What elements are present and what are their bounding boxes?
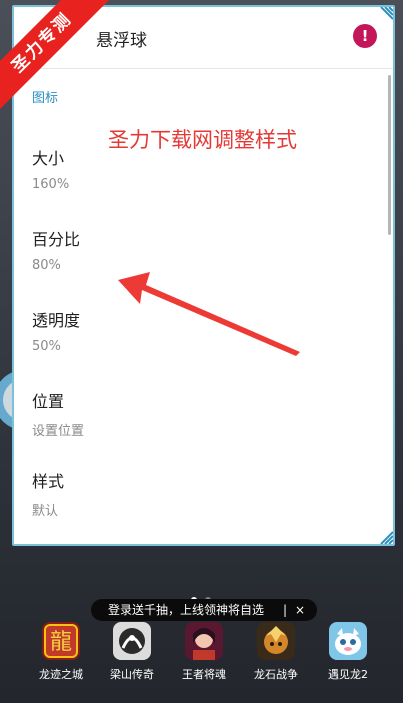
- svg-text:龍: 龍: [50, 630, 72, 655]
- app-label: 龙石战争: [254, 668, 298, 681]
- watermark-text: 圣力专测: [0, 0, 110, 110]
- scrollbar[interactable]: [388, 75, 391, 235]
- liangshan-game-icon: [113, 622, 151, 660]
- longji-game-icon: 龍: [42, 622, 80, 660]
- setting-title: 样式: [32, 472, 65, 491]
- setting-value: 160%: [32, 177, 70, 192]
- setting-style[interactable]: 样式 默认: [32, 468, 372, 538]
- toast-text: 登录送千抽，上线领神将自选: [108, 603, 265, 617]
- setting-title: 大小: [32, 149, 65, 168]
- dock-app-longshi[interactable]: 龙石战争: [240, 622, 312, 682]
- setting-percentage[interactable]: 百分比 80%: [32, 226, 372, 296]
- setting-opacity[interactable]: 透明度 50%: [32, 307, 372, 377]
- yujianlong-game-icon: [329, 622, 367, 660]
- setting-value: 默认: [32, 504, 59, 519]
- dock-app-yujianlong[interactable]: 遇见龙2: [312, 622, 384, 682]
- app-label: 王者将魂: [182, 668, 226, 681]
- setting-value: 设置位置: [32, 424, 85, 439]
- longshi-game-icon: [257, 622, 295, 660]
- setting-title: 位置: [32, 392, 65, 411]
- watermark-ribbon: 圣力专测: [0, 0, 110, 110]
- setting-title: 百分比: [32, 230, 81, 249]
- setting-title: 透明度: [32, 311, 81, 330]
- setting-value: 80%: [32, 258, 61, 273]
- setting-value: 50%: [32, 339, 61, 354]
- wangzhe-game-icon: [185, 622, 223, 660]
- toast-close-button[interactable]: ×: [295, 599, 305, 621]
- dock-app-longji[interactable]: 龍 龙迹之城: [25, 622, 97, 682]
- setting-position[interactable]: 位置 设置位置: [32, 388, 372, 458]
- resize-handle-bottom-right-icon[interactable]: [375, 526, 393, 544]
- resize-handle-top-right-icon[interactable]: [375, 7, 393, 25]
- app-label: 龙迹之城: [39, 668, 83, 681]
- setting-size[interactable]: 大小 160%: [32, 145, 372, 215]
- dock-app-liangshan[interactable]: 梁山传奇: [96, 622, 168, 682]
- dock-app-wangzhe[interactable]: 王者将魂: [168, 622, 240, 682]
- toast-separator: |: [282, 603, 287, 617]
- promo-toast[interactable]: 登录送千抽，上线领神将自选 | ×: [91, 599, 317, 621]
- app-label: 梁山传奇: [110, 668, 154, 681]
- alert-icon[interactable]: !: [353, 24, 377, 48]
- app-label: 遇见龙2: [328, 668, 368, 681]
